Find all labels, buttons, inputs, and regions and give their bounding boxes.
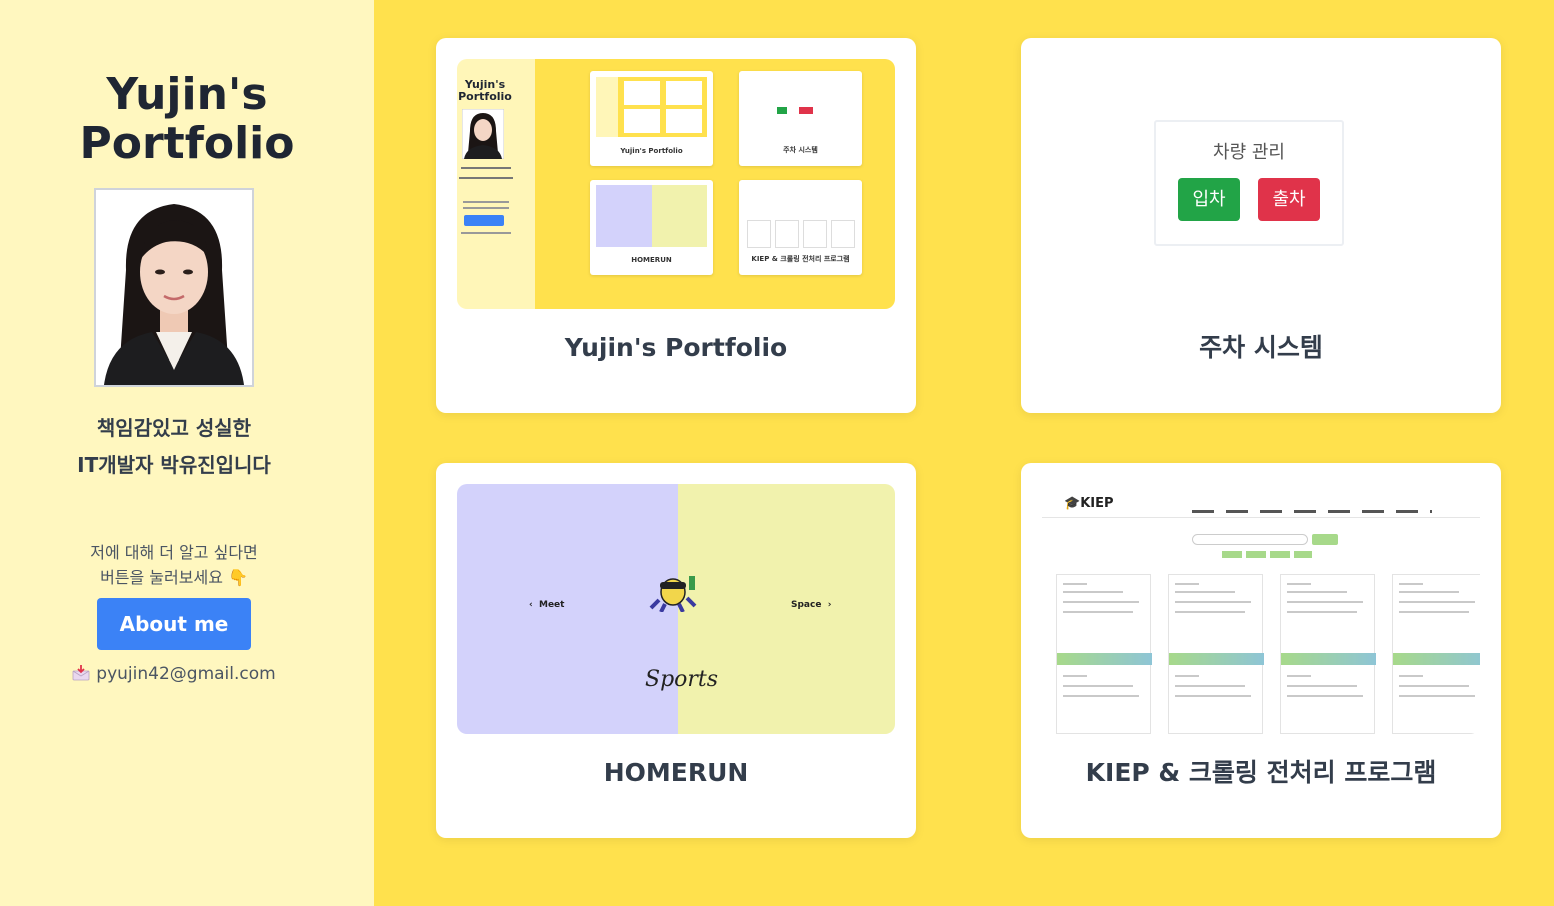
project-title: 주차 시스템 — [1199, 333, 1323, 362]
parking-panel: 차량 관리 입차 출차 — [1154, 120, 1344, 246]
kiep-logo-text: KIEP — [1080, 496, 1114, 511]
site-title-line2: Portfolio — [79, 118, 295, 169]
intro-text: 책임감있고 성실한 IT개발자 박유진입니다 — [0, 410, 348, 484]
about-me-button[interactable]: About me — [97, 598, 251, 650]
project-card-kiep[interactable]: 🎓KIEP KIEP & 크롤링 전처리 프로그램 — [1021, 463, 1501, 838]
intro-line1: 책임감있고 성실한 — [96, 416, 252, 440]
kiep-logo: 🎓KIEP — [1064, 496, 1114, 511]
parking-heading: 차량 관리 — [1213, 142, 1285, 163]
project-card-homerun[interactable]: ‹ Meet Space › Sports HOMERUN — [436, 463, 916, 838]
enter-button: 입차 — [1178, 178, 1240, 221]
profile-photo — [94, 188, 254, 387]
homerun-left-panel — [457, 484, 678, 734]
project-thumbnail: 🎓KIEP — [1042, 484, 1480, 734]
kiep-course-column — [1056, 574, 1152, 734]
preview-card-label: KIEP & 크롤링 전처리 프로그램 — [751, 255, 850, 263]
preview-title: Yujin's Portfolio — [458, 78, 512, 103]
project-thumbnail: 차량 관리 입차 출차 — [1042, 59, 1480, 309]
preview-card-label: 주차 시스템 — [783, 146, 818, 154]
baseball-mascot-icon — [649, 576, 697, 612]
meet-label: Meet — [538, 600, 565, 610]
preview-card: Yujin's Portfolio — [590, 71, 713, 166]
kiep-course-column — [1168, 574, 1264, 734]
meet-nav: ‹ Meet — [529, 600, 565, 610]
email-row: pyujin42@gmail.com — [0, 660, 348, 688]
sports-wordmark: Sports — [645, 667, 719, 692]
exit-button: 출차 — [1258, 178, 1320, 221]
space-nav: Space › — [791, 600, 832, 610]
intro-line2: IT개발자 박유진입니다 — [77, 453, 271, 477]
more-line2: 버튼을 눌러보세요 👇 — [100, 568, 248, 587]
project-thumbnail: ‹ Meet Space › Sports — [457, 484, 895, 734]
preview-photo — [462, 109, 504, 159]
preview-card: 주차 시스템 — [739, 71, 862, 166]
email-address[interactable]: pyujin42@gmail.com — [96, 664, 275, 684]
preview-card-label: HOMERUN — [631, 256, 672, 264]
project-title: Yujin's Portfolio — [564, 333, 788, 362]
project-thumbnail: Yujin's Portfolio Yujin's Portfolio 주차 시… — [457, 59, 895, 309]
homerun-right-panel — [678, 484, 895, 734]
preview-card: HOMERUN — [590, 180, 713, 275]
preview-card: KIEP & 크롤링 전처리 프로그램 — [739, 180, 862, 275]
more-line1: 저에 대해 더 알고 싶다면 — [90, 543, 258, 562]
kiep-nav-menu — [1192, 510, 1432, 513]
preview-content: Yujin's Portfolio 주차 시스템 HOMERUN KIEP & … — [535, 59, 895, 309]
project-card-portfolio[interactable]: Yujin's Portfolio Yujin's Portfolio 주차 시… — [436, 38, 916, 413]
profile-photo-illustration — [96, 190, 252, 385]
site-title-line1: Yujin's — [106, 69, 268, 120]
kiep-course-column — [1280, 574, 1376, 734]
preview-card-label: Yujin's Portfolio — [620, 147, 683, 155]
project-card-parking[interactable]: 차량 관리 입차 출차 주차 시스템 — [1021, 38, 1501, 413]
project-title: HOMERUN — [603, 758, 749, 787]
site-title: Yujin's Portfolio — [0, 70, 374, 168]
sidebar: Yujin's Portfolio 책임감있고 성실한 IT개발자 박유진입니다… — [0, 0, 374, 906]
kiep-course-column — [1392, 574, 1480, 734]
project-title: KIEP & 크롤링 전처리 프로그램 — [1085, 758, 1437, 787]
space-label: Space — [791, 600, 822, 610]
inbox-tray-icon — [72, 665, 90, 681]
more-text: 저에 대해 더 알고 싶다면 버튼을 눌러보세요 👇 — [0, 540, 348, 590]
preview-sidebar: Yujin's Portfolio — [457, 59, 535, 309]
